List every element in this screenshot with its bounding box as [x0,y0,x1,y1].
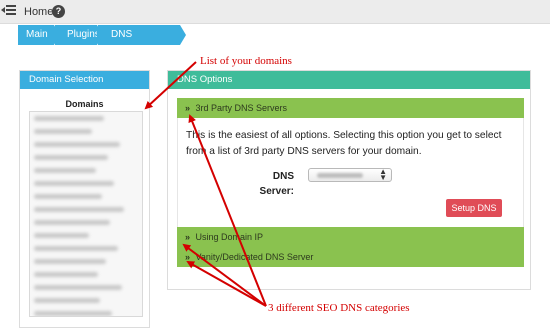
redacted-domain-name [34,219,110,225]
menu-collapse-icon[interactable] [1,5,16,17]
redacted-domain-name [34,115,104,121]
redacted-domain-name [34,193,102,199]
dns-options-panel: DNS Options » 3rd Party DNS Servers This… [167,70,531,290]
top-bar: Home ? [0,0,550,24]
redacted-domain-name [34,310,112,316]
select-arrows-icon: ▲ ▼ [379,167,387,182]
domain-list-item[interactable] [34,216,142,228]
redacted-domain-name [34,180,114,186]
redacted-domain-name [34,206,124,212]
domain-list-item[interactable] [34,268,142,280]
domain-list-item[interactable] [34,177,142,189]
domain-selection-header: Domain Selection [20,71,149,89]
domain-list-item[interactable] [34,125,142,137]
annotation-domains-note: List of your domains [200,55,292,67]
redacted-domain-name [34,232,89,238]
breadcrumb-main[interactable]: Main [18,25,60,45]
redacted-domain-name [34,128,92,134]
section-vanity-dns[interactable]: » Vanity/Dedicated DNS Server [177,247,524,267]
double-chevron-right-icon: » [185,103,191,113]
setup-dns-button[interactable]: Setup DNS [446,199,502,217]
annotation-categories-note: 3 different SEO DNS categories [268,302,410,314]
dns-server-label: DNS Server: [259,171,294,197]
domain-list-item[interactable] [34,294,142,306]
help-icon[interactable]: ? [52,5,65,18]
redacted-domain-name [34,258,106,264]
domain-list-item[interactable] [34,307,142,316]
redacted-domain-name [34,271,98,277]
double-chevron-right-icon: » [185,232,191,242]
domain-list-item[interactable] [34,151,142,163]
redacted-domain-name [34,284,122,290]
section-using-domain-ip[interactable]: » Using Domain IP [177,227,524,247]
domain-list-item[interactable] [34,229,142,241]
redacted-domain-name [34,154,108,160]
home-link[interactable]: Home [24,6,53,18]
domain-list-item[interactable] [34,242,142,254]
section-label: 3rd Party DNS Servers [195,103,288,113]
domain-list-item[interactable] [34,281,142,293]
dns-options-header: DNS Options [168,71,530,89]
breadcrumb-plugins[interactable]: Plugins [55,25,103,45]
domains-heading: Domains [65,99,104,109]
domain-list[interactable] [29,111,143,317]
section-3rd-party-dns[interactable]: » 3rd Party DNS Servers [177,98,524,118]
section-label: Using Domain IP [195,232,264,242]
domain-list-item[interactable] [34,138,142,150]
domain-list-item[interactable] [34,112,142,124]
domain-list-item[interactable] [34,190,142,202]
dns-server-select[interactable]: ▲ ▼ [308,168,392,182]
domain-selection-panel: Domain Selection Domains [19,70,150,328]
redacted-domain-name [34,297,100,303]
dns-server-selected-value [317,173,363,178]
breadcrumb: Main Plugins DNS Manager [18,25,186,60]
section-description: This is the easiest of all options. Sele… [186,130,502,157]
domain-list-item[interactable] [34,203,142,215]
domain-list-item[interactable] [34,255,142,267]
redacted-domain-name [34,245,118,251]
domain-list-item[interactable] [34,164,142,176]
double-chevron-right-icon: » [185,252,191,262]
redacted-domain-name [34,141,120,147]
section-label: Vanity/Dedicated DNS Server [195,252,314,262]
section-3rd-party-body: This is the easiest of all options. Sele… [177,118,524,227]
redacted-domain-name [34,167,96,173]
breadcrumb-dns-manager[interactable]: DNS Manager [98,25,186,60]
